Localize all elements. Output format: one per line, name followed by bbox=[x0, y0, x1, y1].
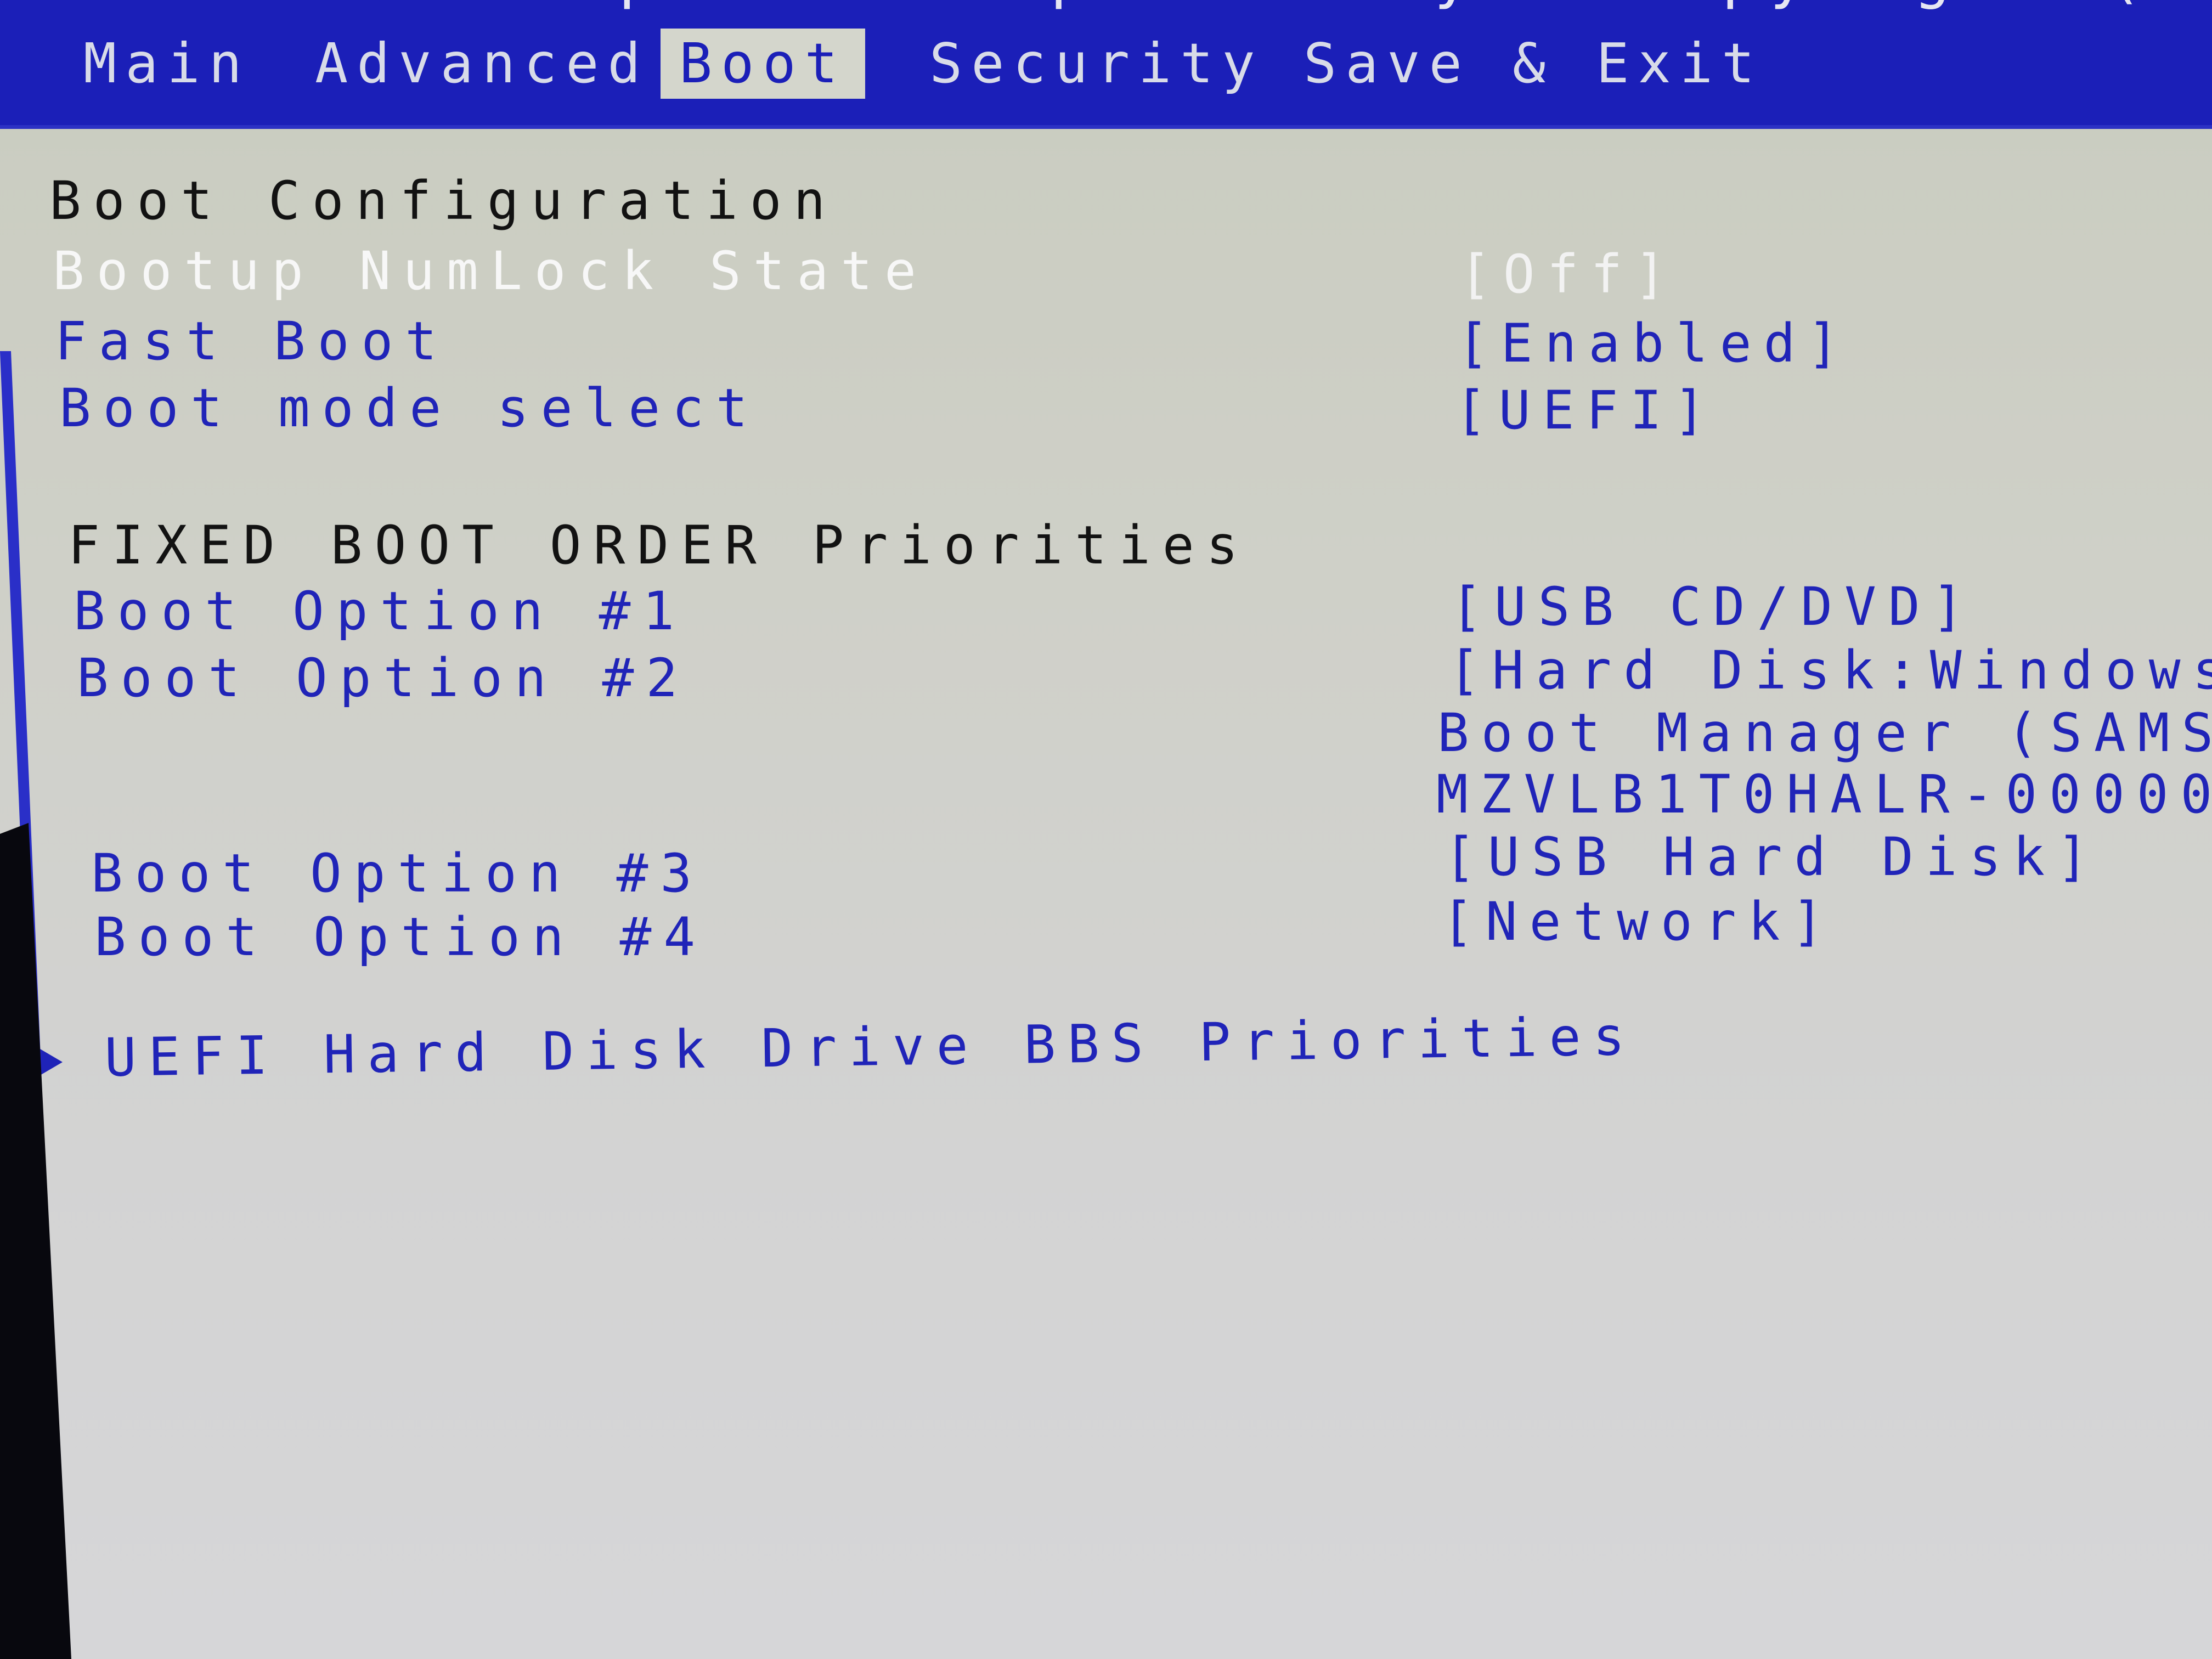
tab-advanced[interactable]: Advanced bbox=[296, 29, 668, 99]
fast-boot-value[interactable]: [Enabled] bbox=[1457, 317, 1851, 370]
boot-option-4-item[interactable]: Boot Option #4 bbox=[94, 911, 707, 963]
boot-option-2-value-line-2[interactable]: Boot Manager (SAMSUNG bbox=[1437, 707, 2212, 759]
fast-boot-item[interactable]: Fast Boot bbox=[55, 315, 449, 368]
boot-option-1-value[interactable]: [USB CD/DVD] bbox=[1451, 580, 1976, 633]
bootup-numlock-state-value[interactable]: [Off] bbox=[1459, 248, 1678, 301]
tab-save-exit[interactable]: Save & Exit bbox=[1285, 29, 1782, 99]
tab-security[interactable]: Security bbox=[911, 29, 1283, 99]
boot-option-4-value[interactable]: [Network] bbox=[1442, 895, 1836, 948]
boot-mode-select-value[interactable]: [UEFI] bbox=[1455, 384, 1718, 437]
uefi-hard-disk-bbs-priorities-link[interactable]: UEFI Hard Disk Drive BBS Priorities bbox=[104, 1006, 1637, 1088]
fixed-boot-order-heading: FIXED BOOT ORDER Priorities bbox=[68, 515, 1250, 576]
tab-main[interactable]: Main bbox=[65, 29, 269, 99]
boot-mode-select-item[interactable]: Boot mode select bbox=[59, 382, 760, 435]
bios-screen: Aptio Setup Utility - Copyright (C) 2019… bbox=[0, 0, 2212, 1659]
boot-option-1-item[interactable]: Boot Option #1 bbox=[74, 585, 686, 637]
boot-option-3-value[interactable]: [USB Hard Disk] bbox=[1444, 831, 2101, 883]
boot-option-2-value-line-1[interactable]: [Hard Disk:Windows bbox=[1448, 644, 2212, 697]
bootup-numlock-state-item[interactable]: Bootup NumLock State bbox=[53, 245, 928, 297]
header-divider bbox=[0, 125, 2212, 129]
boot-option-2-item[interactable]: Boot Option #2 bbox=[77, 652, 690, 704]
title-bar: Aptio Setup Utility - Copyright (C) 2019… bbox=[0, 0, 2212, 129]
utility-title: Aptio Setup Utility - Copyright (C) 2019… bbox=[571, 0, 2212, 11]
boot-option-2-value-line-3[interactable]: MZVLB1T0HALR-00000)] bbox=[1436, 768, 2212, 821]
tab-boot[interactable]: Boot bbox=[661, 29, 865, 99]
boot-option-3-item[interactable]: Boot Option #3 bbox=[91, 847, 704, 900]
boot-configuration-heading: Boot Configuration bbox=[49, 170, 838, 232]
